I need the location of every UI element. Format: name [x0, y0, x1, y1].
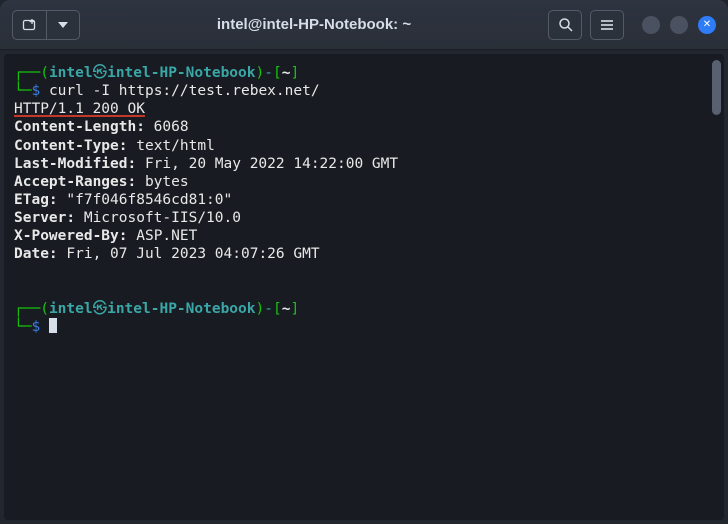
http-status-line: HTTP/1.1 200 OK	[14, 101, 145, 117]
terminal-body: ┌──(intel㉿intel-HP-Notebook)-[~] └─$ cur…	[0, 50, 728, 524]
window-controls	[642, 16, 716, 34]
header-accept-ranges-key: Accept-Ranges:	[14, 174, 136, 190]
header-etag-val: "f7f046f8546cd81:0"	[58, 192, 233, 208]
header-x-powered-by-key: X-Powered-By:	[14, 228, 128, 244]
close-button[interactable]	[698, 16, 716, 34]
maximize-button[interactable]	[670, 16, 688, 34]
header-server-val: Microsoft-IIS/10.0	[75, 210, 241, 226]
header-content-length-key: Content-Length:	[14, 119, 145, 135]
prompt-user: intel	[49, 65, 93, 81]
new-tab-icon	[22, 18, 38, 32]
prompt-dollar: $	[31, 83, 40, 99]
header-content-type-val: text/html	[128, 138, 215, 154]
header-etag-key: ETag:	[14, 192, 58, 208]
header-content-type-key: Content-Type:	[14, 138, 128, 154]
tab-dropdown-button[interactable]	[46, 10, 80, 40]
header-accept-ranges-val: bytes	[136, 174, 188, 190]
prompt-dash: -	[264, 65, 273, 81]
minimize-button[interactable]	[642, 16, 660, 34]
header-last-modified-key: Last-Modified:	[14, 156, 136, 172]
prompt2-corner-bot: └─	[14, 319, 31, 335]
header-content-length-val: 6068	[145, 119, 189, 135]
prompt2-paren-open: (	[40, 301, 49, 317]
prompt-corner-bot: └─	[14, 83, 31, 99]
prompt2-dash: -	[264, 301, 273, 317]
prompt2-corner-top: ┌──	[14, 301, 40, 317]
command-line: curl -I https://test.rebex.net/	[49, 83, 320, 99]
header-x-powered-by-val: ASP.NET	[128, 228, 198, 244]
prompt2-user: intel	[49, 301, 93, 317]
header-last-modified-val: Fri, 20 May 2022 14:22:00 GMT	[136, 156, 398, 172]
prompt-paren-close: )	[256, 65, 265, 81]
menu-button[interactable]	[590, 10, 624, 40]
prompt2-paren-close: )	[256, 301, 265, 317]
prompt2-lbracket: [	[273, 301, 282, 317]
terminal-viewport[interactable]: ┌──(intel㉿intel-HP-Notebook)-[~] └─$ cur…	[4, 54, 724, 520]
new-tab-button[interactable]	[12, 10, 46, 40]
hamburger-icon	[600, 19, 614, 31]
header-date-val: Fri, 07 Jul 2023 04:07:26 GMT	[58, 246, 320, 262]
titlebar-right-controls	[548, 10, 716, 40]
header-date-key: Date:	[14, 246, 58, 262]
titlebar: intel@intel-HP-Notebook: ~	[0, 0, 728, 50]
window-title: intel@intel-HP-Notebook: ~	[80, 16, 548, 33]
header-server-key: Server:	[14, 210, 75, 226]
search-icon	[558, 17, 573, 32]
terminal-content: ┌──(intel㉿intel-HP-Notebook)-[~] └─$ cur…	[14, 64, 718, 336]
prompt-at: ㉿	[93, 65, 108, 81]
cursor	[49, 318, 57, 333]
prompt-host: intel-HP-Notebook	[107, 65, 255, 81]
prompt2-at: ㉿	[93, 301, 108, 317]
search-button[interactable]	[548, 10, 582, 40]
titlebar-left-controls	[12, 10, 80, 40]
chevron-down-icon	[58, 22, 68, 28]
prompt2-host: intel-HP-Notebook	[107, 301, 255, 317]
prompt-corner-top: ┌──	[14, 65, 40, 81]
terminal-window: intel@intel-HP-Notebook: ~	[0, 0, 728, 524]
prompt2-rbracket: ]	[290, 301, 299, 317]
prompt-paren-open: (	[40, 65, 49, 81]
prompt-lbracket: [	[273, 65, 282, 81]
scrollbar[interactable]	[712, 60, 721, 115]
prompt2-dollar: $	[31, 319, 40, 335]
prompt-rbracket: ]	[290, 65, 299, 81]
